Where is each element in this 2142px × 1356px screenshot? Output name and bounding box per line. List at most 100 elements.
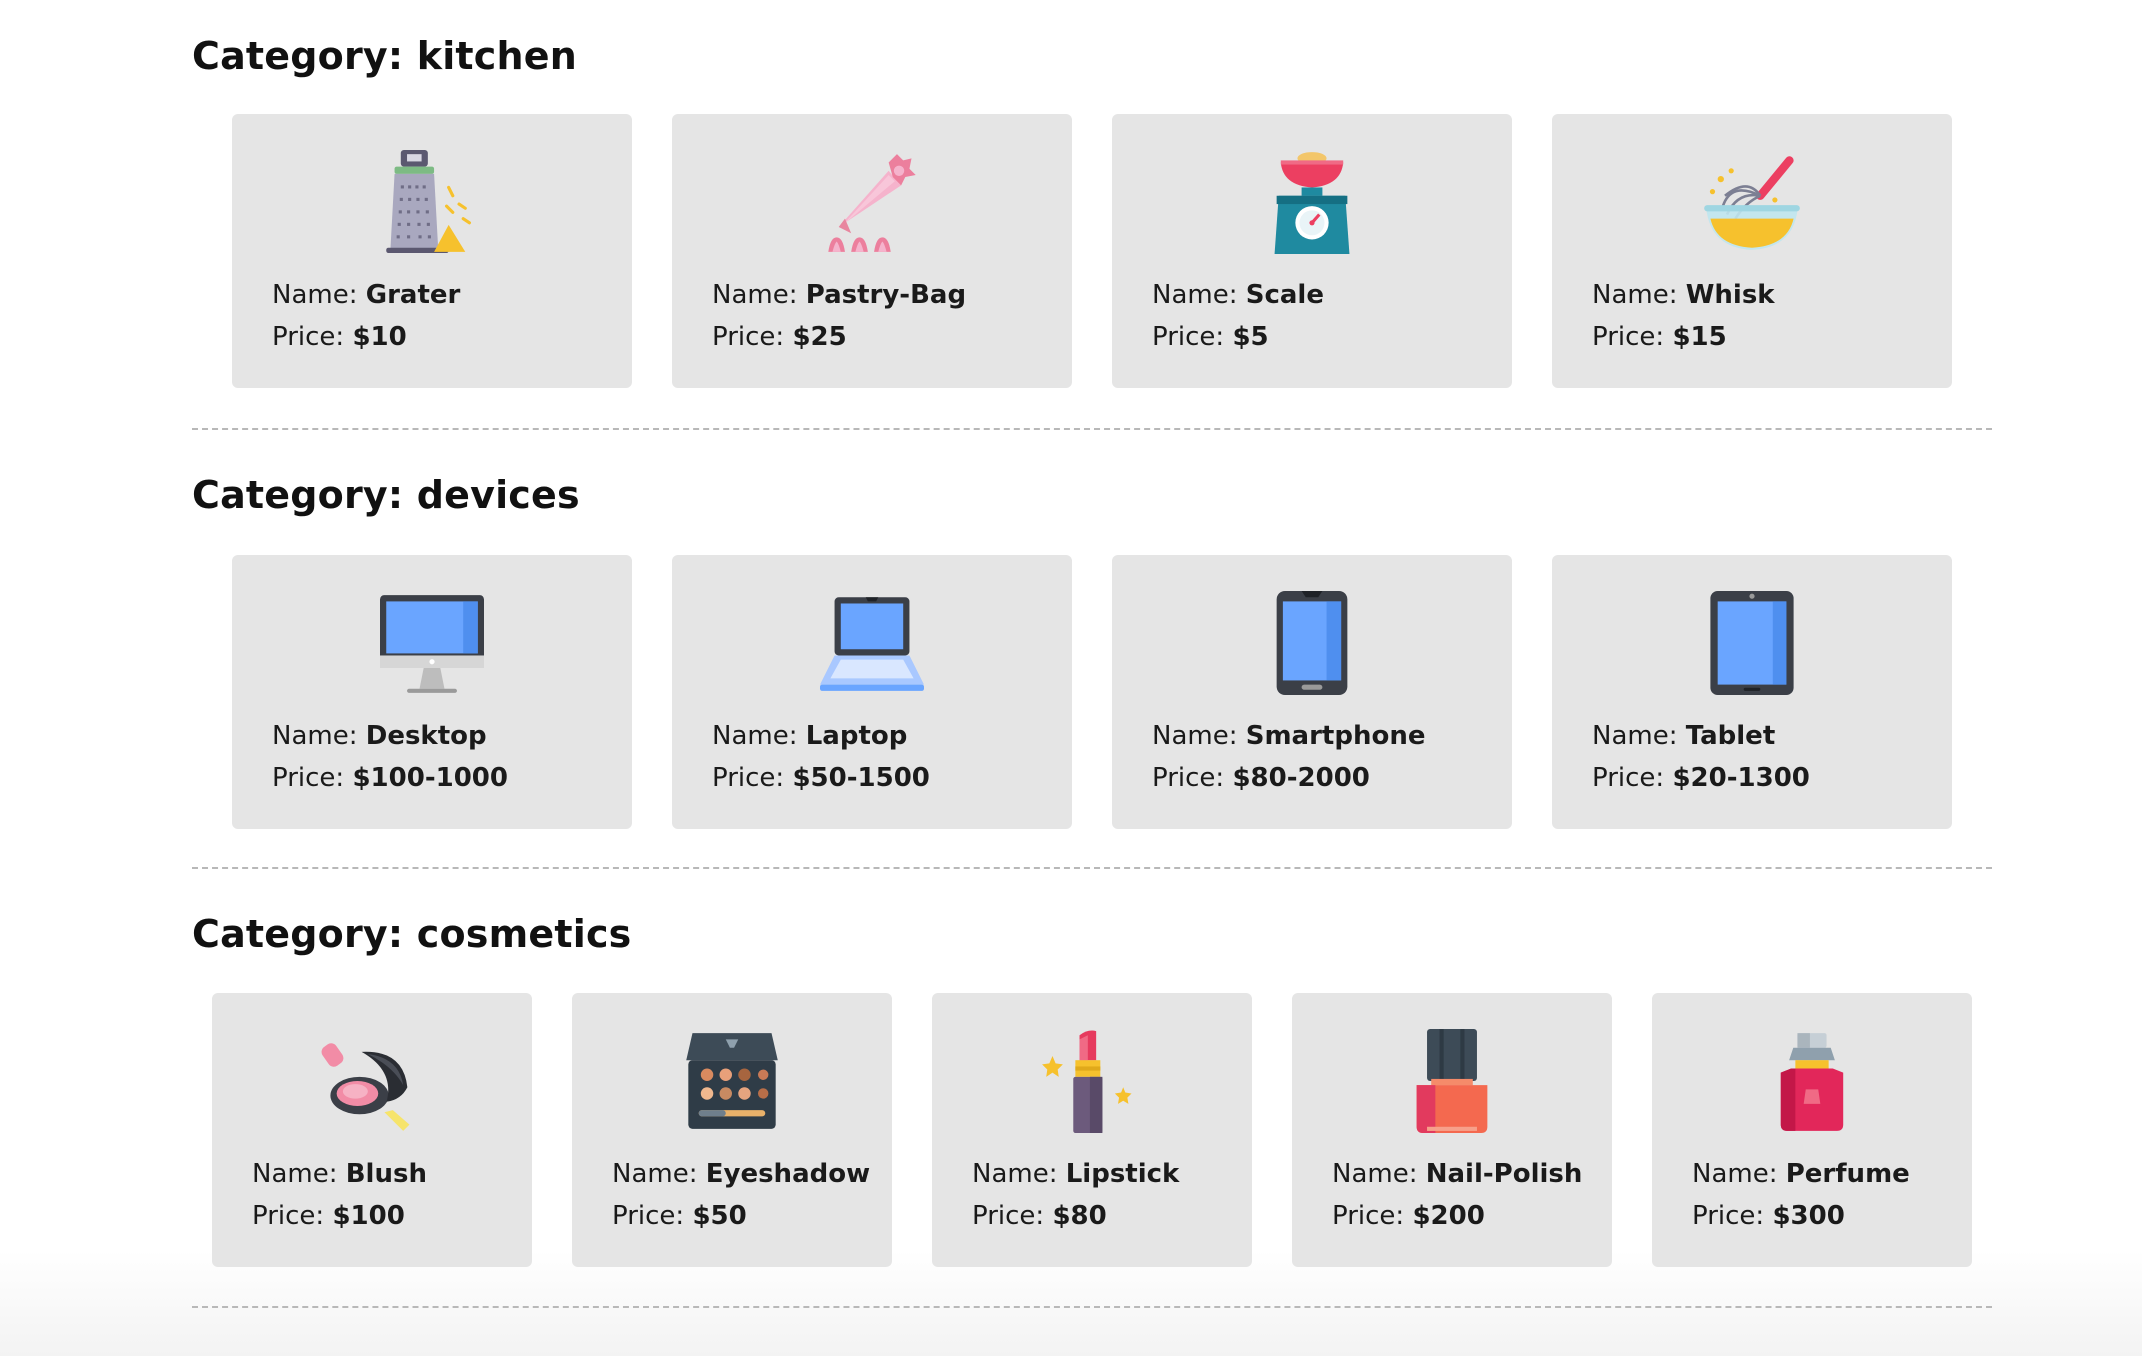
- name-label: Name:: [1692, 1159, 1778, 1189]
- product-name: Pastry-Bag: [805, 280, 967, 310]
- name-label: Name:: [272, 280, 358, 310]
- product-card-laptop[interactable]: Name: Laptop Price: $50-1500: [672, 555, 1072, 829]
- price-label: Price:: [272, 763, 345, 793]
- tablet-icon: [1700, 591, 1804, 695]
- name-label: Name:: [1592, 721, 1678, 751]
- product-price: $20-1300: [1672, 763, 1810, 793]
- product-card-whisk[interactable]: Name: Whisk Price: $15: [1552, 114, 1952, 388]
- product-name: Desktop: [365, 721, 487, 751]
- whisk-icon: [1700, 150, 1804, 254]
- product-price-line: Price: $50-1500: [712, 757, 930, 799]
- product-price-line: Price: $80: [972, 1195, 1179, 1237]
- product-price: $25: [792, 322, 847, 352]
- product-price: $5: [1232, 322, 1269, 352]
- name-label: Name:: [1332, 1159, 1418, 1189]
- product-name: Grater: [365, 280, 461, 310]
- product-price-line: Price: $25: [712, 316, 966, 358]
- product-info: Name: Whisk Price: $15: [1592, 274, 1775, 358]
- name-label: Name:: [712, 721, 798, 751]
- category-title-prefix: Category:: [192, 34, 404, 78]
- product-name: Perfume: [1785, 1159, 1910, 1189]
- product-name: Tablet: [1685, 721, 1776, 751]
- desktop-icon: [380, 591, 484, 695]
- product-card-perfume[interactable]: Name: Perfume Price: $300: [1652, 993, 1972, 1267]
- name-label: Name:: [252, 1159, 338, 1189]
- price-label: Price:: [272, 322, 345, 352]
- product-card-blush[interactable]: Name: Blush Price: $100: [212, 993, 532, 1267]
- name-label: Name:: [272, 721, 358, 751]
- product-card-grater[interactable]: Name: Grater Price: $10: [232, 114, 632, 388]
- product-name-line: Name: Scale: [1152, 274, 1324, 316]
- product-card-tablet[interactable]: Name: Tablet Price: $20-1300: [1552, 555, 1952, 829]
- product-price-line: Price: $5: [1152, 316, 1324, 358]
- product-price-line: Price: $100-1000: [272, 757, 508, 799]
- category-section-devices: Category: devices Name: Desktop Price: $…: [192, 473, 1992, 829]
- product-name: Smartphone: [1245, 721, 1426, 751]
- product-grid: Name: Blush Price: $100 Name: Eyeshadow …: [192, 993, 1992, 1267]
- product-price-line: Price: $10: [272, 316, 460, 358]
- product-card-nail-polish[interactable]: Name: Nail-Polish Price: $200: [1292, 993, 1612, 1267]
- grater-icon: [380, 150, 484, 254]
- product-info: Name: Nail-Polish Price: $200: [1332, 1153, 1582, 1237]
- lipstick-icon: [1040, 1029, 1144, 1133]
- product-price: $15: [1672, 322, 1727, 352]
- price-label: Price:: [712, 763, 785, 793]
- product-price: $50-1500: [792, 763, 930, 793]
- product-info: Name: Blush Price: $100: [252, 1153, 427, 1237]
- category-name: cosmetics: [416, 912, 632, 956]
- product-price: $100-1000: [352, 763, 508, 793]
- product-name-line: Name: Laptop: [712, 715, 930, 757]
- product-name-line: Name: Blush: [252, 1153, 427, 1195]
- product-price-line: Price: $20-1300: [1592, 757, 1810, 799]
- perfume-icon: [1760, 1029, 1864, 1133]
- price-label: Price:: [612, 1201, 685, 1231]
- eyeshadow-icon: [680, 1029, 784, 1133]
- product-name: Laptop: [805, 721, 908, 751]
- product-price-line: Price: $300: [1692, 1195, 1910, 1237]
- smartphone-icon: [1260, 591, 1364, 695]
- category-name: devices: [416, 473, 580, 517]
- name-label: Name:: [1152, 721, 1238, 751]
- product-info: Name: Tablet Price: $20-1300: [1592, 715, 1810, 799]
- category-section-cosmetics: Category: cosmetics Name: Blush Price: $…: [192, 912, 1992, 1267]
- product-card-pastry-bag[interactable]: Name: Pastry-Bag Price: $25: [672, 114, 1072, 388]
- product-card-smartphone[interactable]: Name: Smartphone Price: $80-2000: [1112, 555, 1512, 829]
- name-label: Name:: [612, 1159, 698, 1189]
- product-name: Scale: [1245, 280, 1324, 310]
- product-info: Name: Desktop Price: $100-1000: [272, 715, 508, 799]
- nail-polish-icon: [1400, 1029, 1504, 1133]
- product-card-lipstick[interactable]: Name: Lipstick Price: $80: [932, 993, 1252, 1267]
- product-info: Name: Laptop Price: $50-1500: [712, 715, 930, 799]
- price-label: Price:: [252, 1201, 325, 1231]
- product-name: Nail-Polish: [1425, 1159, 1583, 1189]
- product-card-scale[interactable]: Name: Scale Price: $5: [1112, 114, 1512, 388]
- product-name-line: Name: Pastry-Bag: [712, 274, 966, 316]
- product-name-line: Name: Tablet: [1592, 715, 1810, 757]
- product-price-line: Price: $50: [612, 1195, 870, 1237]
- product-info: Name: Perfume Price: $300: [1692, 1153, 1910, 1237]
- product-info: Name: Smartphone Price: $80-2000: [1152, 715, 1425, 799]
- price-label: Price:: [1592, 322, 1665, 352]
- category-title: Category: devices: [192, 473, 1992, 517]
- category-divider: [192, 1306, 1992, 1308]
- product-price: $80: [1052, 1201, 1107, 1231]
- product-price: $200: [1412, 1201, 1485, 1231]
- product-info: Name: Scale Price: $5: [1152, 274, 1324, 358]
- product-price: $300: [1772, 1201, 1845, 1231]
- product-card-eyeshadow[interactable]: Name: Eyeshadow Price: $50: [572, 993, 892, 1267]
- price-label: Price:: [1692, 1201, 1765, 1231]
- product-name-line: Name: Whisk: [1592, 274, 1775, 316]
- product-price: $80-2000: [1232, 763, 1370, 793]
- category-divider: [192, 867, 1992, 869]
- product-name-line: Name: Grater: [272, 274, 460, 316]
- product-price-line: Price: $15: [1592, 316, 1775, 358]
- name-label: Name:: [1592, 280, 1678, 310]
- product-price: $100: [332, 1201, 405, 1231]
- product-card-desktop[interactable]: Name: Desktop Price: $100-1000: [232, 555, 632, 829]
- price-label: Price:: [1152, 763, 1225, 793]
- product-name-line: Name: Nail-Polish: [1332, 1153, 1582, 1195]
- price-label: Price:: [712, 322, 785, 352]
- product-grid: Name: Desktop Price: $100-1000 Name: Lap…: [192, 555, 1992, 829]
- price-label: Price:: [1332, 1201, 1405, 1231]
- scale-icon: [1260, 150, 1364, 254]
